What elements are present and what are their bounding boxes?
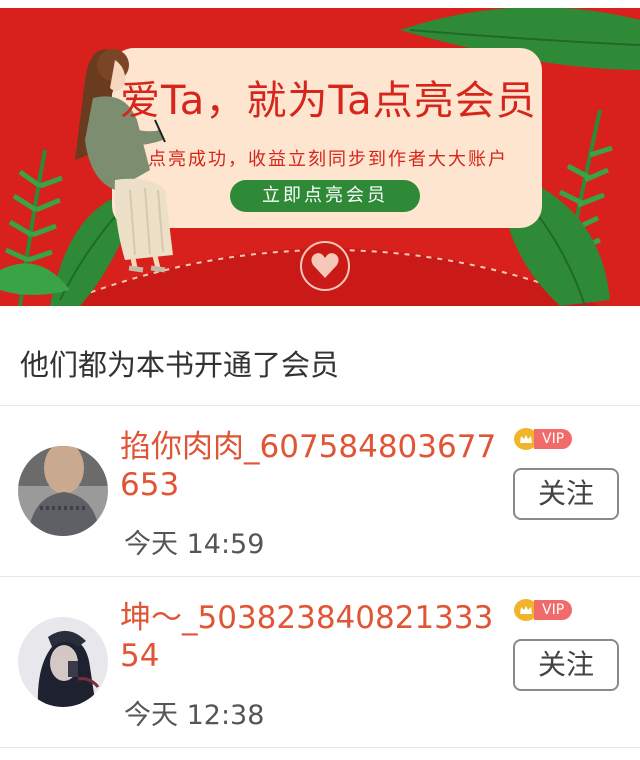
member-name[interactable]: 坤～_50382384082133354 bbox=[120, 599, 500, 675]
status-bar-edge bbox=[0, 0, 640, 8]
member-name[interactable]: 掐你肉肉_607584803677653 bbox=[120, 428, 500, 504]
section-title: 他们都为本书开通了会员 bbox=[20, 348, 340, 382]
divider bbox=[0, 747, 640, 748]
vip-badge: VIP bbox=[514, 428, 573, 450]
member-time: 今天 12:38 bbox=[124, 700, 265, 731]
follow-button[interactable]: 关注 bbox=[513, 639, 619, 691]
banner-title: 爱Ta，就为Ta点亮会员 bbox=[120, 78, 537, 124]
vip-badge: VIP bbox=[514, 599, 573, 621]
avatar-image bbox=[18, 617, 108, 707]
avatar[interactable] bbox=[18, 446, 108, 536]
follow-button[interactable]: 关注 bbox=[513, 468, 619, 520]
promo-banner[interactable]: 爱Ta，就为Ta点亮会员 点亮成功，收益立刻同步到作者大大账户 立即点亮会员 bbox=[0, 0, 640, 306]
vip-label: VIP bbox=[534, 429, 573, 449]
activate-membership-button[interactable]: 立即点亮会员 bbox=[230, 180, 420, 212]
avatar[interactable] bbox=[18, 617, 108, 707]
member-time: 今天 14:59 bbox=[124, 529, 265, 560]
vip-label: VIP bbox=[534, 600, 573, 620]
avatar-image bbox=[18, 446, 108, 536]
list-item[interactable]: 坤～_50382384082133354 今天 12:38 VIP 关注 bbox=[0, 577, 640, 747]
list-item[interactable]: 掐你肉肉_607584803677653 今天 14:59 VIP 关注 bbox=[0, 406, 640, 576]
banner-subtitle: 点亮成功，收益立刻同步到作者大大账户 bbox=[148, 149, 508, 170]
